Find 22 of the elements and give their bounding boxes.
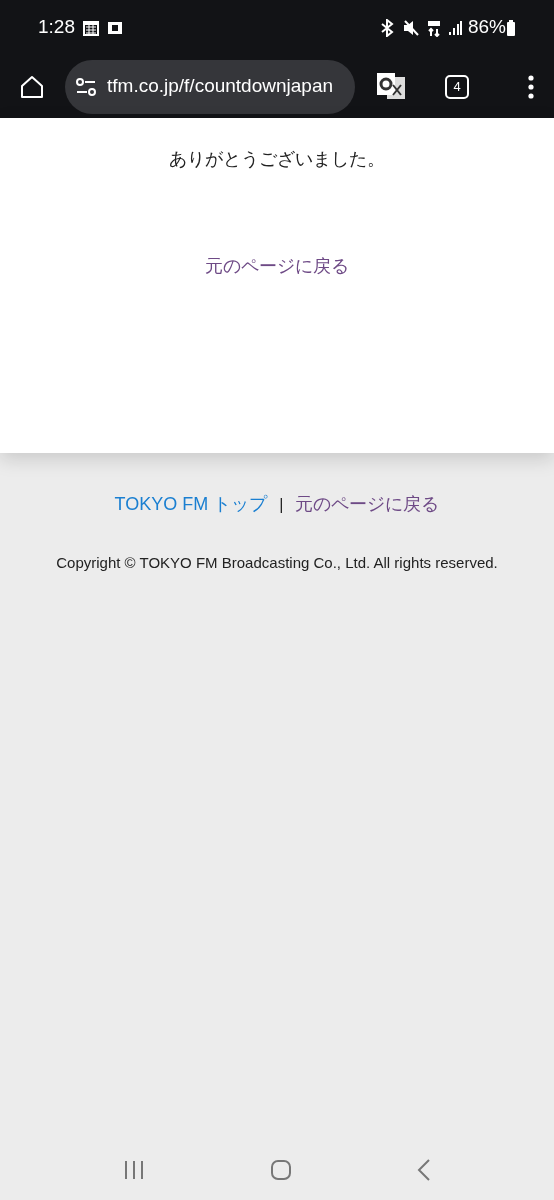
signal-icon <box>447 19 462 36</box>
url-text: tfm.co.jp/f/countdownjapan <box>107 74 334 99</box>
site-settings-icon[interactable] <box>75 76 97 97</box>
more-options-icon[interactable] <box>528 74 534 99</box>
bluetooth-icon <box>379 18 394 37</box>
thanks-message: ありがとうございました。 <box>169 148 385 171</box>
recent-apps-icon[interactable] <box>122 1160 145 1180</box>
battery-icon <box>506 18 516 37</box>
mute-icon <box>401 18 420 37</box>
status-time: 1:28 <box>38 15 75 40</box>
tab-switcher-button[interactable]: 4 <box>445 74 469 99</box>
separator: | <box>279 494 284 515</box>
copyright-text: Copyright © TOKYO FM Broadcasting Co., Ltd. All rights reserved. <box>56 553 498 573</box>
back-icon[interactable] <box>417 1159 432 1181</box>
address-bar[interactable]: tfm.co.jp/f/countdownjapan <box>65 59 355 114</box>
home-button-icon[interactable] <box>270 1159 292 1181</box>
back-link[interactable]: 元のページに戻る <box>205 253 349 280</box>
footer-link[interactable]: 元のページに戻る <box>295 491 440 518</box>
network-icon <box>425 18 442 37</box>
battery-percent: 86% <box>467 15 506 40</box>
notification-icon <box>107 19 123 36</box>
footer-link[interactable]: TOKYO FM トップ <box>114 491 268 518</box>
